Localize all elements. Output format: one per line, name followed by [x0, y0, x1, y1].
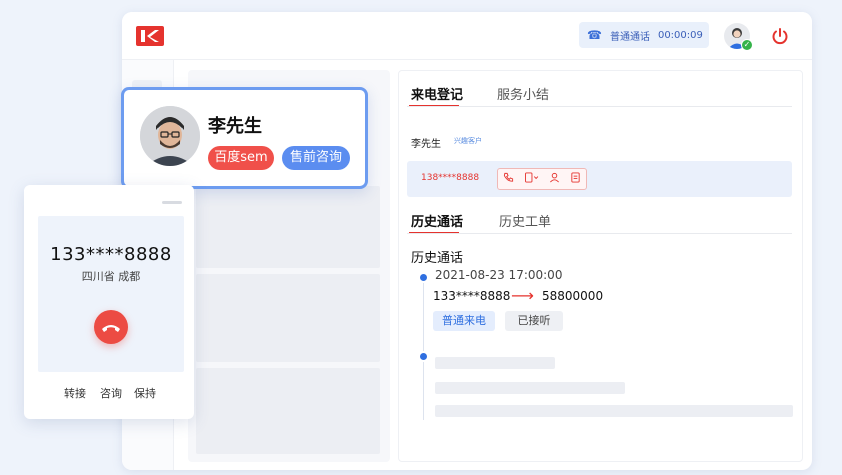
caller-number: 133****8888 [50, 244, 172, 265]
category-badge: 售前咨询 [282, 146, 350, 170]
contact-photo [140, 106, 200, 166]
device-icon[interactable] [524, 172, 539, 186]
power-icon[interactable] [770, 26, 790, 46]
skeleton-line [435, 405, 793, 417]
online-check-icon: ✓ [741, 39, 753, 51]
tab-call-history[interactable]: 历史通话 [411, 211, 463, 230]
tab-call-registration[interactable]: 来电登记 [411, 84, 463, 103]
placeholder-block [196, 368, 380, 454]
contact-card[interactable]: 李先生 百度sem 售前咨询 [121, 87, 368, 189]
arrow-right-icon: ⟶ [511, 286, 534, 305]
placeholder-block [196, 274, 380, 362]
skeleton-line [435, 382, 625, 394]
timeline-dot [420, 353, 427, 360]
source-badge: 百度sem [208, 146, 274, 170]
timeline-line [423, 362, 424, 420]
record-datetime: 2021-08-23 17:00:00 [435, 268, 563, 282]
note-icon[interactable] [570, 172, 581, 186]
phone-number: 138****8888 [421, 173, 480, 183]
phone-icon: ☎ [587, 28, 602, 42]
phone-screen: 133****8888 四川省 成都 [38, 216, 184, 372]
phone-row: 138****8888 [407, 161, 792, 197]
call-status-label: 普通通话 [609, 31, 650, 43]
caller-location: 四川省 成都 [81, 270, 141, 283]
tab-service-summary[interactable]: 服务小结 [497, 84, 549, 103]
record-from-number: 133****8888 [433, 289, 511, 303]
minimize-handle[interactable] [162, 201, 182, 204]
placeholder-block [196, 186, 380, 268]
record-type-tag: 普通来电 [433, 311, 495, 331]
tab-work-orders[interactable]: 历史工单 [499, 211, 551, 230]
customer-name: 李先生 [411, 139, 441, 150]
phone-actions [497, 168, 587, 190]
app-window: ☎ 普通通话 00:00:09 ✓ 来电登记 服务小结 李先生 兴趣客户 138… [122, 12, 812, 470]
hangup-button[interactable] [94, 310, 128, 344]
call-icon[interactable] [503, 172, 514, 186]
timeline-line [423, 283, 424, 351]
hangup-icon [102, 325, 120, 332]
call-timer: 00:00:09 [657, 29, 703, 41]
record-status-tag: 已接听 [505, 311, 563, 331]
call-status-pill: ☎ 普通通话 00:00:09 [579, 22, 709, 48]
logo-icon [136, 26, 164, 46]
skeleton-line [435, 357, 555, 369]
user-icon[interactable] [549, 172, 560, 186]
timeline-dot [420, 274, 427, 281]
transfer-button[interactable]: 转接 [64, 385, 86, 401]
right-panel: 来电登记 服务小结 李先生 兴趣客户 138****8888 历史通话 历史工单… [398, 70, 803, 462]
divider [407, 106, 792, 107]
divider [407, 233, 792, 234]
customer-tag: 兴趣客户 [454, 137, 482, 145]
record-to-number: 58800000 [542, 289, 604, 303]
contact-name: 李先生 [208, 116, 262, 137]
hold-button[interactable]: 保持 [134, 385, 156, 401]
section-title: 历史通话 [411, 251, 464, 266]
phone-widget: 133****8888 四川省 成都 转接 咨询 保持 [24, 185, 194, 419]
top-bar: ☎ 普通通话 00:00:09 ✓ [122, 12, 812, 60]
consult-button[interactable]: 咨询 [100, 385, 122, 401]
